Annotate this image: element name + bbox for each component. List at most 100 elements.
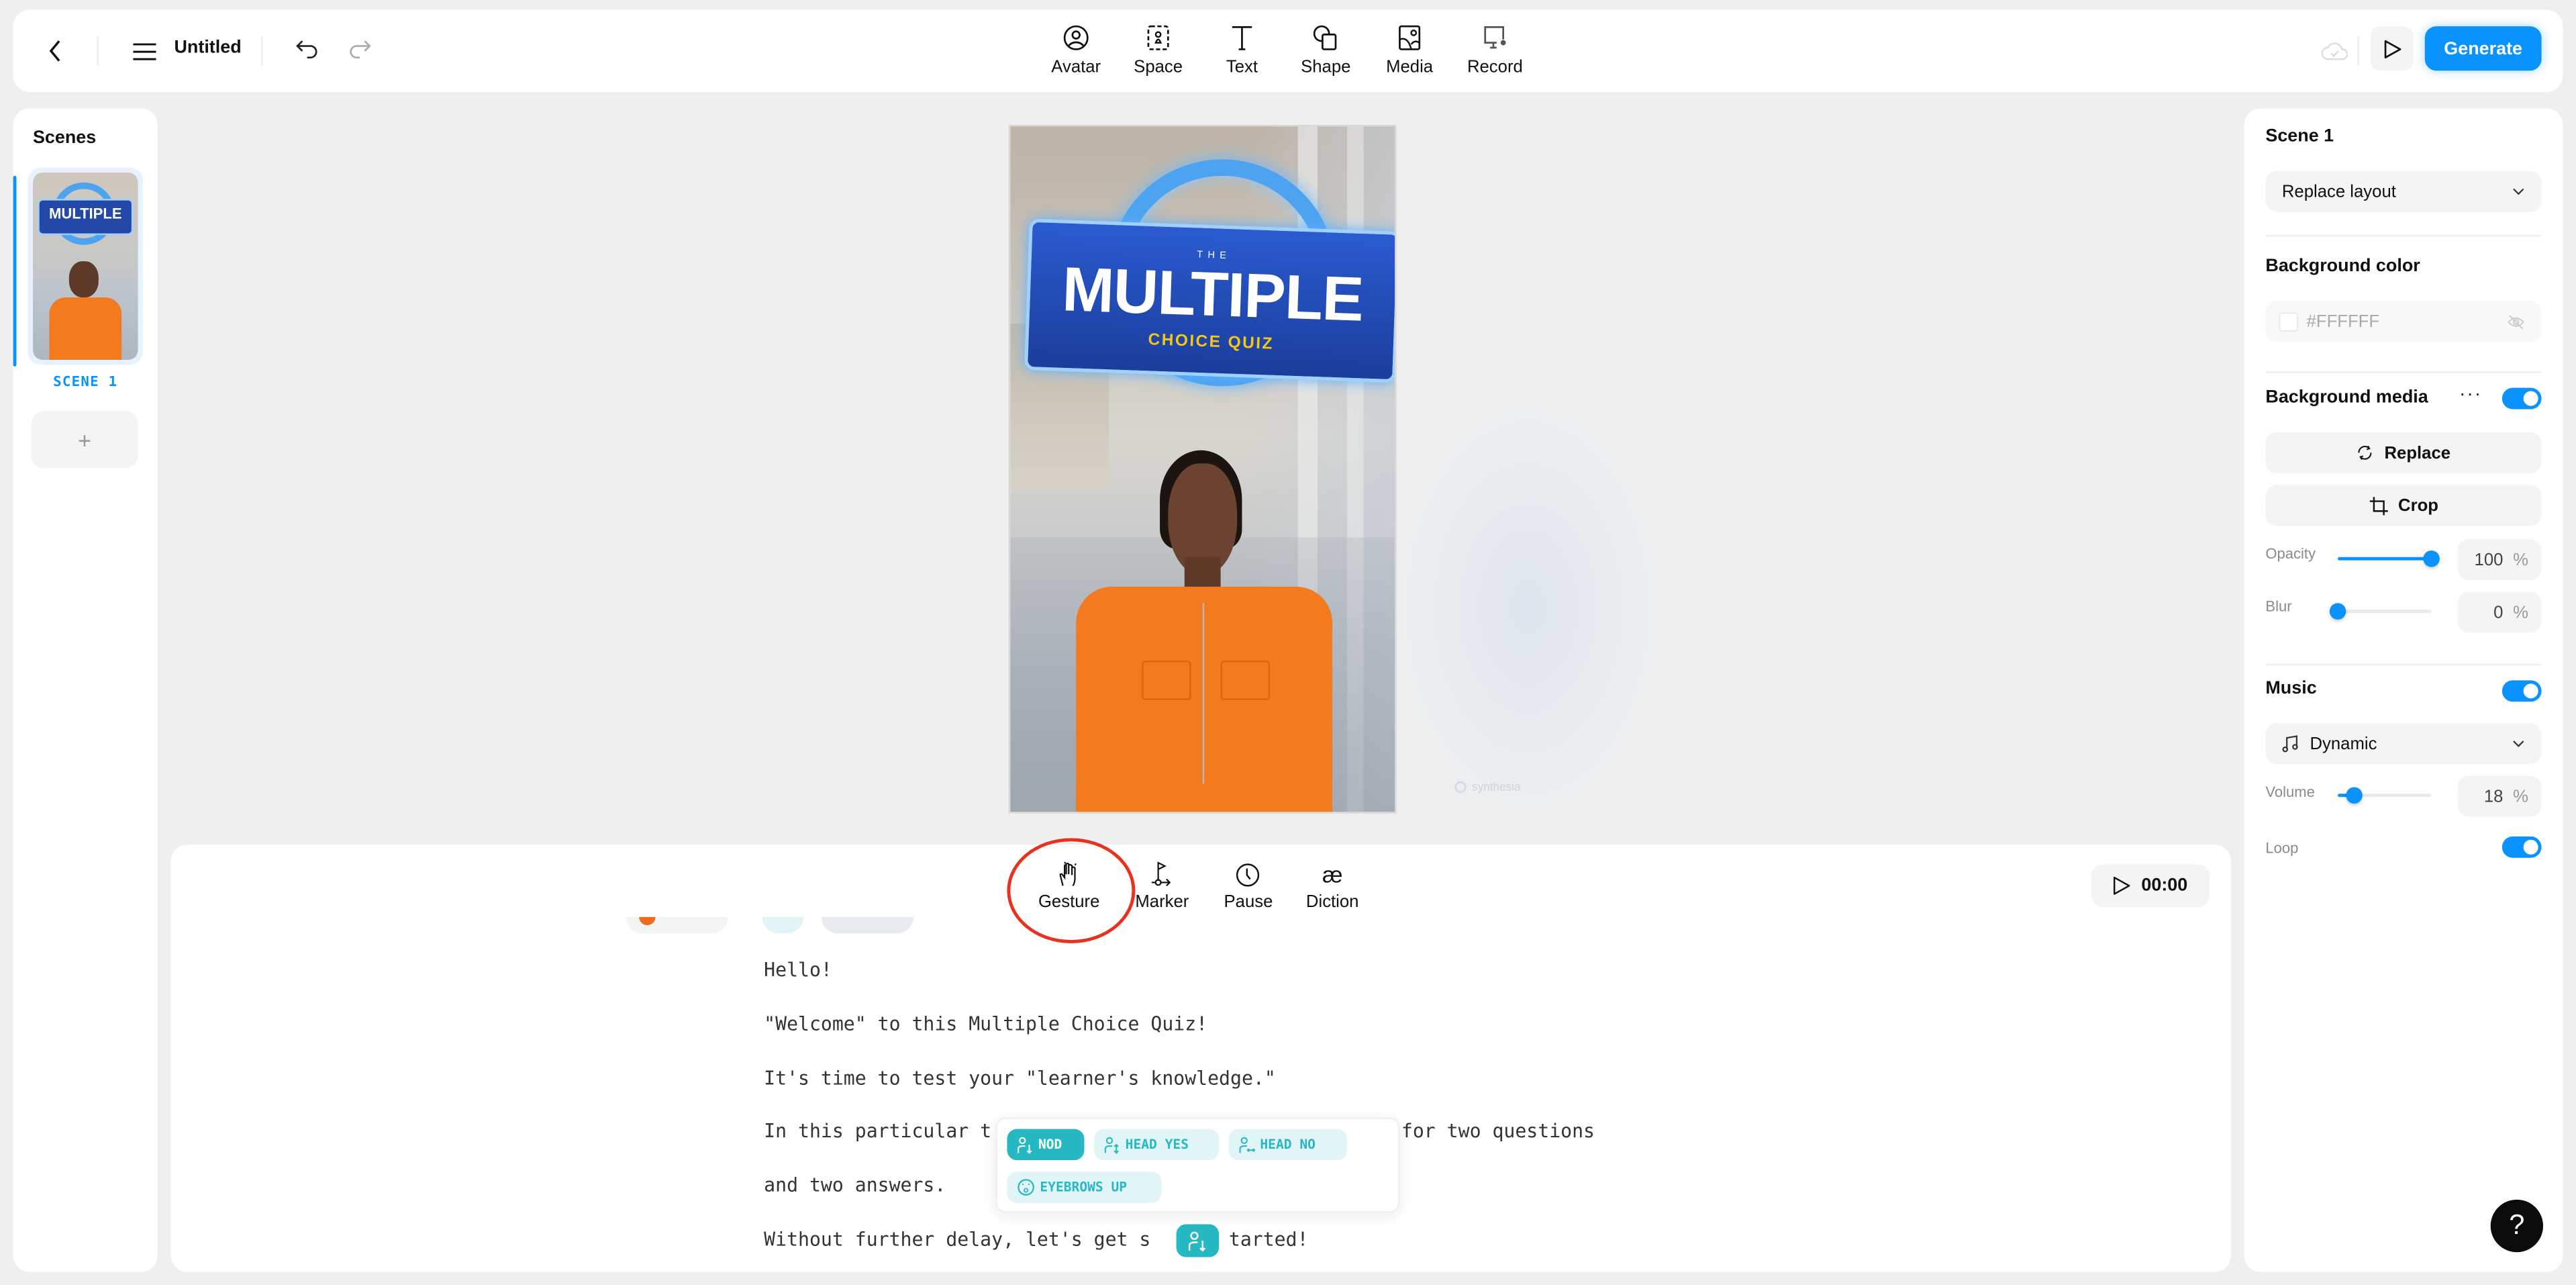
blur-input[interactable]: 0% (2457, 591, 2542, 633)
diction-ae-icon: æ (1322, 861, 1343, 888)
gesture-option-head-no[interactable]: HEAD NO (1228, 1129, 1348, 1161)
undo-icon (296, 40, 317, 59)
record-icon (1484, 26, 1506, 49)
background-color-label: Background color (2265, 256, 2420, 277)
menu-button[interactable] (128, 34, 161, 67)
music-note-icon (2282, 735, 2298, 753)
script-line[interactable]: Without further delay, let's get s (764, 1227, 1150, 1250)
tool-media[interactable]: Media (1373, 23, 1446, 77)
script-line[interactable]: "Welcome" to this Multiple Choice Quiz! (764, 1012, 1207, 1035)
back-button[interactable] (40, 34, 72, 67)
tool-label: Text (1226, 57, 1258, 78)
divider (97, 36, 99, 66)
diction-button[interactable]: æ Diction (1306, 861, 1359, 912)
layout-select[interactable]: Replace layout (2265, 171, 2542, 212)
chevron-left-icon (49, 40, 60, 62)
music-track-select[interactable]: Dynamic (2265, 722, 2542, 765)
gesture-option-head-yes[interactable]: HEAD YES (1094, 1129, 1220, 1161)
volume-slider[interactable] (2338, 786, 2432, 805)
script-line[interactable]: It's time to test your "learner's knowle… (764, 1067, 1276, 1090)
tool-label: Space (1134, 57, 1183, 78)
percent-unit: % (2513, 549, 2529, 570)
slider-knob[interactable] (2346, 787, 2363, 804)
synthesia-logo-icon (1454, 781, 1467, 794)
inline-nod-gesture-tag[interactable] (1176, 1224, 1220, 1257)
document-title[interactable]: Untitled (174, 38, 241, 57)
divider (261, 36, 263, 66)
cloud-saved-status (2321, 38, 2348, 64)
top-toolbar: Untitled Avatar Space Text Shape Media R… (13, 9, 2563, 93)
gesture-button[interactable]: Gesture (1038, 861, 1099, 912)
blur-label: Blur (2265, 598, 2292, 615)
preview-play-button[interactable] (2371, 26, 2414, 71)
opacity-input[interactable]: 100% (2457, 538, 2542, 581)
redo-button[interactable] (345, 34, 375, 64)
tool-label: Diction (1305, 892, 1359, 912)
loop-toggle[interactable] (2501, 836, 2542, 858)
script-play-button[interactable]: 00:00 (2091, 864, 2210, 908)
crop-label: Crop (2398, 495, 2438, 516)
blur-value: 0 (2493, 602, 2504, 622)
avatar-icon (1063, 25, 1089, 50)
scene-thumbnail-image: MULTIPLE (32, 173, 138, 361)
script-line-tail[interactable]: tarted! (1229, 1227, 1309, 1250)
canvas-backdrop-glow (1380, 377, 1676, 839)
pause-button[interactable]: Pause (1224, 861, 1273, 912)
script-line-tail[interactable]: for two questions (1401, 1119, 1595, 1142)
avatar-chip-partial[interactable] (626, 916, 728, 934)
generate-button[interactable]: Generate (2424, 26, 2542, 71)
tool-space[interactable]: Space (1122, 23, 1195, 77)
gesture-option-label: HEAD YES (1125, 1137, 1189, 1152)
voice-chip-partial[interactable] (821, 916, 913, 934)
script-line[interactable]: Hello! (764, 958, 832, 981)
opacity-slider[interactable] (2338, 549, 2440, 569)
color-swatch[interactable] (2278, 311, 2299, 332)
script-line[interactable]: In this particular t (764, 1119, 991, 1142)
opacity-value: 100 (2474, 549, 2504, 570)
quiz-title-sign: THE MULTIPLE CHOICE QUIZ (1024, 218, 1395, 383)
tool-text[interactable]: Text (1206, 23, 1279, 77)
clock-icon (1236, 863, 1260, 886)
blur-slider[interactable] (2329, 602, 2432, 621)
percent-unit: % (2513, 602, 2529, 622)
gesture-option-label: NOD (1038, 1137, 1062, 1152)
color-hex-value: #FFFFFF (2306, 311, 2380, 332)
marker-flag-icon (1152, 861, 1172, 887)
background-media-label: Background media (2265, 387, 2428, 408)
background-color-input[interactable]: #FFFFFF (2265, 300, 2542, 342)
more-options-icon[interactable]: ··· (2459, 385, 2482, 404)
gesture-chip-partial[interactable] (762, 916, 803, 934)
video-canvas[interactable]: THE MULTIPLE CHOICE QUIZ (1008, 125, 1397, 814)
tool-shape[interactable]: Shape (1289, 23, 1362, 77)
tool-avatar[interactable]: Avatar (1040, 23, 1112, 77)
help-button[interactable]: ? (2490, 1199, 2544, 1253)
space-icon (1147, 25, 1169, 50)
add-scene-button[interactable]: + (31, 410, 138, 469)
redo-icon (350, 40, 371, 59)
marker-button[interactable]: Marker (1135, 861, 1189, 912)
tool-label: Media (1386, 57, 1434, 78)
tool-record[interactable]: Record (1459, 23, 1532, 77)
avatar-orange-shirt (1076, 586, 1333, 812)
replace-media-button[interactable]: Replace (2265, 432, 2542, 473)
music-toggle[interactable] (2501, 680, 2542, 702)
gesture-option-nod[interactable]: NOD (1007, 1129, 1085, 1161)
cloud-check-icon (2321, 42, 2348, 60)
gesture-option-eyebrows-up[interactable]: EYEBROWS UP (1007, 1172, 1162, 1203)
undo-button[interactable] (293, 34, 322, 64)
crop-media-button[interactable]: Crop (2265, 485, 2542, 526)
text-icon (1232, 26, 1252, 50)
gesture-option-label: HEAD NO (1260, 1137, 1316, 1152)
eye-off-icon[interactable] (2507, 313, 2525, 329)
gesture-popover: NOD HEAD YES HEAD NO EYEBROWS UP (995, 1117, 1400, 1213)
scene-label[interactable]: SCENE 1 (13, 375, 158, 391)
slider-knob[interactable] (2329, 603, 2346, 620)
play-icon (2383, 39, 2401, 58)
script-line[interactable]: and two answers. (764, 1174, 946, 1196)
percent-unit: % (2513, 786, 2529, 806)
volume-input[interactable]: 18% (2457, 775, 2542, 817)
scene-thumbnail[interactable]: MULTIPLE (28, 167, 143, 365)
slider-knob[interactable] (2423, 550, 2440, 567)
divider (2265, 371, 2542, 373)
background-media-toggle[interactable] (2501, 387, 2542, 410)
